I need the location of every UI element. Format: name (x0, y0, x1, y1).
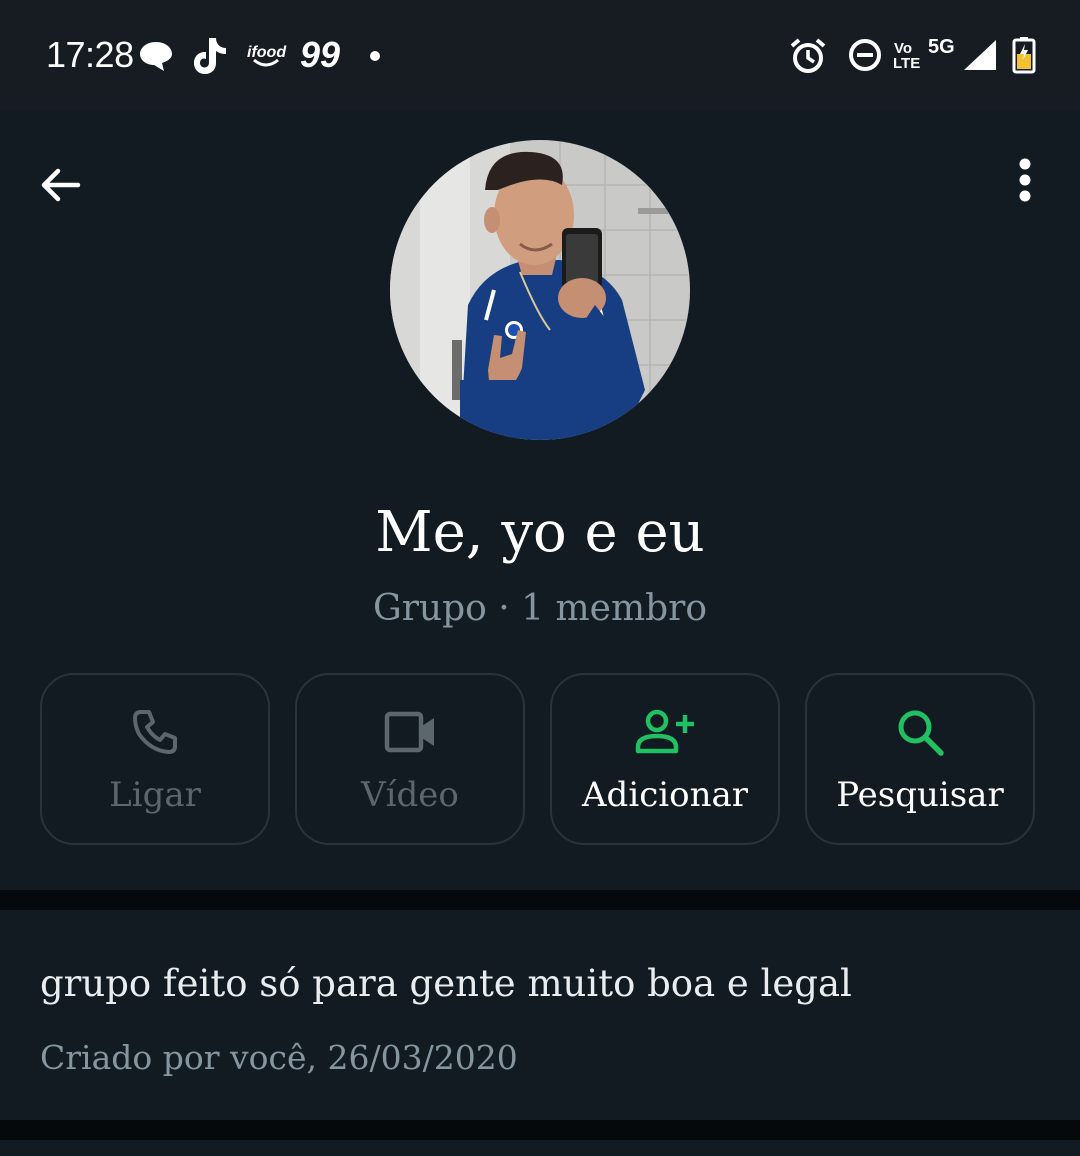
more-vert-icon (1019, 158, 1031, 202)
next-section (0, 1140, 1080, 1156)
section-divider (0, 890, 1080, 910)
group-meta: Grupo · 1 membro (372, 588, 708, 629)
video-label: Vídeo (361, 775, 459, 815)
tiktok-icon (194, 38, 226, 74)
group-photo (390, 140, 690, 440)
chat-bubble-icon (140, 42, 172, 71)
group-description-section[interactable]: grupo feito só para gente muito boa e le… (0, 910, 1080, 1120)
back-arrow-icon (41, 168, 81, 202)
5g-icon: 5G (928, 36, 955, 58)
phone-icon (133, 710, 177, 754)
group-created-info: Criado por você, 26/03/2020 (40, 1038, 518, 1077)
battery-icon (1012, 37, 1036, 74)
volte-bottom: LTE (893, 55, 921, 72)
status-time: 17:28 (46, 34, 134, 75)
back-button[interactable] (30, 155, 90, 215)
group-header: Me, yo e eu Grupo · 1 membro Ligar Vídeo (0, 110, 1080, 890)
status-bar: 17:28 ifood 99 Vo LTE 5G (0, 0, 1080, 110)
signal-icon (964, 40, 996, 70)
section-divider-bottom (0, 1120, 1080, 1140)
search-button[interactable]: Pesquisar (805, 673, 1035, 845)
add-label: Adicionar (582, 775, 748, 815)
call-button[interactable]: Ligar (40, 673, 270, 845)
dot-icon (370, 51, 380, 61)
add-participant-button[interactable]: Adicionar (550, 673, 780, 845)
video-icon (384, 711, 434, 753)
ifood-smile-icon (253, 58, 279, 67)
99-app-icon: 99 (300, 34, 341, 75)
do-not-disturb-icon (849, 39, 881, 71)
action-buttons: Ligar Vídeo Adicionar Pesquisar (40, 673, 1040, 849)
group-description: grupo feito só para gente muito boa e le… (40, 962, 852, 1005)
add-person-icon (635, 709, 694, 754)
search-icon (898, 710, 944, 756)
group-name: Me, yo e eu (375, 500, 705, 565)
call-label: Ligar (109, 775, 201, 815)
group-avatar[interactable] (390, 140, 690, 440)
more-options-button[interactable] (995, 150, 1055, 210)
alarm-icon (790, 38, 826, 73)
video-button[interactable]: Vídeo (295, 673, 525, 845)
search-label: Pesquisar (836, 775, 1004, 815)
